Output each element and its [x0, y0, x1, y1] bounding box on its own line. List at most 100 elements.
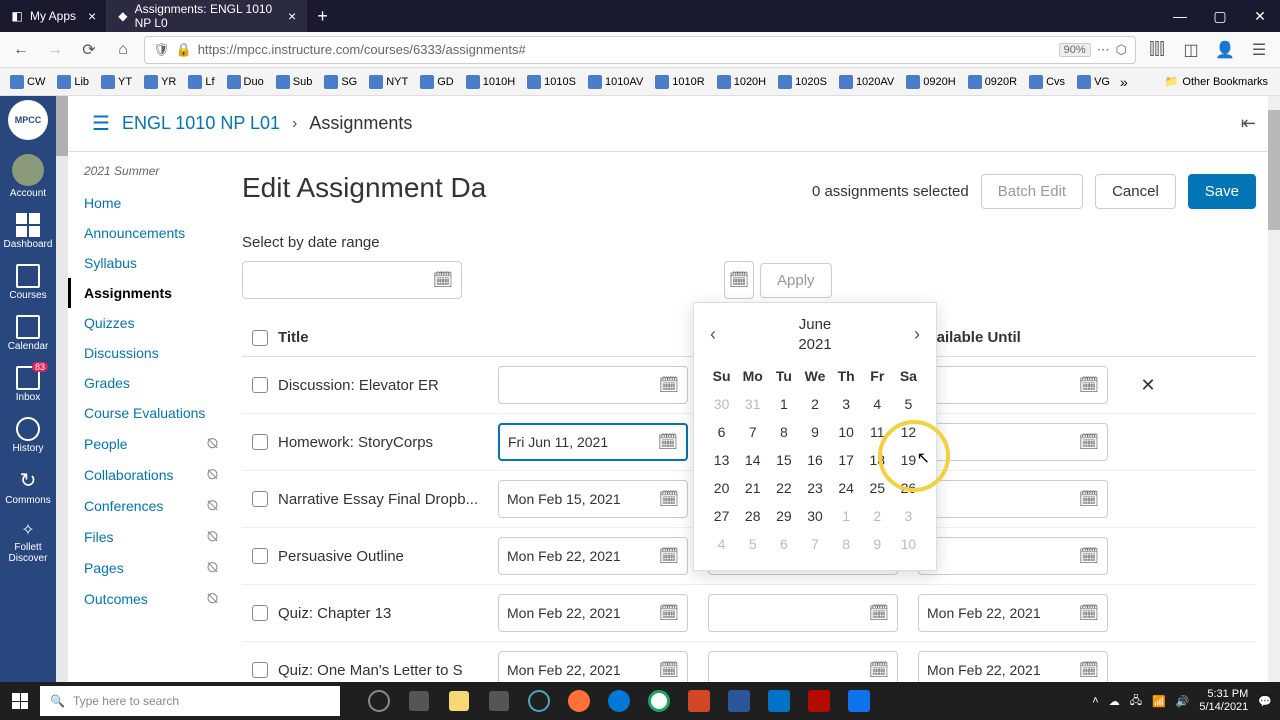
calendar-day[interactable]: 23	[799, 474, 830, 502]
bookmark-item[interactable]: NYT	[365, 73, 412, 91]
calendar-icon[interactable]: 🗓	[659, 546, 679, 566]
due-date-input[interactable]: Mon Feb 15, 2021🗓	[498, 480, 688, 518]
wifi-icon[interactable]: 📶	[1152, 695, 1166, 708]
nav-calendar[interactable]: Calendar	[0, 309, 56, 358]
available-until-input[interactable]: 🗓	[918, 537, 1108, 575]
nav-history[interactable]: History	[0, 411, 56, 460]
bookmark-item[interactable]: 0920R	[964, 73, 1021, 91]
coursenav-item[interactable]: Quizzes	[84, 308, 218, 338]
bookmarks-overflow[interactable]: »	[1120, 74, 1128, 90]
powerpoint-icon[interactable]	[680, 682, 718, 720]
other-bookmarks[interactable]: 📁Other Bookmarks	[1159, 73, 1274, 90]
new-tab-button[interactable]: +	[307, 6, 338, 27]
calendar-day[interactable]: 27	[706, 502, 737, 530]
bookmark-item[interactable]: 1020H	[713, 73, 770, 91]
calendar-day[interactable]: 19	[893, 446, 924, 474]
back-button[interactable]: ←	[8, 37, 34, 63]
due-date-input[interactable]: Fri Jun 11, 2021🗓	[498, 423, 688, 461]
calendar-day[interactable]: 10	[831, 418, 862, 446]
collapse-icon[interactable]: ⇤	[1241, 113, 1256, 134]
row-checkbox[interactable]	[252, 548, 268, 564]
nav-account[interactable]: Account	[0, 148, 56, 205]
calendar-day[interactable]: 18	[862, 446, 893, 474]
coursenav-item[interactable]: Files⦰	[84, 521, 218, 552]
calendar-icon[interactable]: 🗓	[1079, 489, 1099, 509]
breadcrumb-page[interactable]: Assignments	[309, 113, 412, 134]
available-until-input[interactable]: Mon Feb 22, 2021🗓	[918, 594, 1108, 632]
coursenav-item[interactable]: Outcomes⦰	[84, 583, 218, 614]
calendar-day[interactable]: 8	[831, 530, 862, 558]
calendar-icon[interactable]: 🗓	[869, 603, 889, 623]
bookmark-item[interactable]: 1010R	[651, 73, 708, 91]
notifications-icon[interactable]: 💬	[1258, 695, 1272, 708]
bookmark-item[interactable]: 1010H	[462, 73, 519, 91]
calendar-day[interactable]: 8	[768, 418, 799, 446]
coursenav-item[interactable]: Syllabus	[84, 248, 218, 278]
calendar-day[interactable]: 30	[799, 502, 830, 530]
tab-my-apps[interactable]: ◧ My Apps ×	[0, 0, 107, 32]
calendar-day[interactable]: 22	[768, 474, 799, 502]
calendar-day[interactable]: 2	[862, 502, 893, 530]
onedrive-icon[interactable]: ☁	[1109, 695, 1120, 708]
nav-commons[interactable]: ↻ Commons	[0, 462, 56, 512]
next-month-button[interactable]: ›	[910, 320, 924, 349]
calendar-day[interactable]: 14	[737, 446, 768, 474]
bookmark-item[interactable]: 1020AV	[835, 73, 898, 91]
bookmark-item[interactable]: SG	[320, 73, 361, 91]
hamburger-icon[interactable]: ☰	[92, 111, 110, 136]
nav-inbox[interactable]: 83 Inbox	[0, 360, 56, 409]
bookmark-item[interactable]: 1010AV	[584, 73, 647, 91]
range-start-input[interactable]: 🗓	[242, 261, 462, 299]
home-button[interactable]: ⌂	[110, 37, 136, 63]
nav-dashboard[interactable]: Dashboard	[0, 207, 56, 256]
firefox-icon[interactable]	[560, 682, 598, 720]
calendar-icon[interactable]: 🗓	[1079, 375, 1099, 395]
coursenav-item[interactable]: Grades	[84, 368, 218, 398]
maximize-button[interactable]: ▢	[1200, 0, 1240, 32]
tab-close-icon[interactable]: ×	[288, 8, 296, 24]
coursenav-item[interactable]: Discussions	[84, 338, 218, 368]
save-button[interactable]: Save	[1188, 174, 1256, 209]
account-icon[interactable]: 👤	[1212, 37, 1238, 63]
due-date-input[interactable]: Mon Feb 22, 2021🗓	[498, 594, 688, 632]
coursenav-item[interactable]: People⦰	[84, 428, 218, 459]
lock-icon[interactable]: 🔒	[176, 42, 192, 58]
calendar-day[interactable]: 7	[737, 418, 768, 446]
institution-logo[interactable]: MPCC	[8, 100, 48, 140]
calendar-icon[interactable]: 🗓	[729, 270, 749, 290]
calendar-day[interactable]: 28	[737, 502, 768, 530]
calendar-day[interactable]: 30	[706, 390, 737, 418]
available-from-input[interactable]: 🗓	[708, 651, 898, 682]
calendar-day[interactable]: 1	[831, 502, 862, 530]
row-checkbox[interactable]	[252, 605, 268, 621]
calendar-day[interactable]: 5	[737, 530, 768, 558]
calendar-icon[interactable]: 🗓	[659, 660, 679, 680]
calendar-day[interactable]: 2	[799, 390, 830, 418]
calendar-day[interactable]: 17	[831, 446, 862, 474]
select-all-checkbox[interactable]	[252, 330, 268, 346]
reload-button[interactable]: ⟳	[76, 37, 102, 63]
calendar-day[interactable]: 16	[799, 446, 830, 474]
calendar-icon[interactable]: 🗓	[869, 660, 889, 680]
bookmark-item[interactable]: CW	[6, 73, 49, 91]
scroll-thumb[interactable]	[1268, 110, 1280, 230]
coursenav-item[interactable]: Assignments	[68, 278, 218, 308]
bookmark-item[interactable]: GD	[416, 73, 458, 91]
calendar-day[interactable]: 4	[706, 530, 737, 558]
calendar-day[interactable]: 29	[768, 502, 799, 530]
tab-close-icon[interactable]: ×	[88, 8, 96, 24]
tray-chevron-icon[interactable]: ˄	[1092, 695, 1098, 707]
calendar-day[interactable]: 21	[737, 474, 768, 502]
row-checkbox[interactable]	[252, 377, 268, 393]
coursenav-item[interactable]: Course Evaluations	[84, 398, 218, 428]
bookmark-item[interactable]: YT	[97, 73, 136, 91]
calendar-day[interactable]: 5	[893, 390, 924, 418]
bookmark-item[interactable]: Cvs	[1025, 73, 1069, 91]
due-date-input[interactable]: 🗓	[498, 366, 688, 404]
url-bar[interactable]: 🛡 🔒 https://mpcc.instructure.com/courses…	[144, 36, 1136, 64]
batch-edit-button[interactable]: Batch Edit	[981, 174, 1083, 209]
apply-button[interactable]: Apply	[760, 263, 832, 298]
row-checkbox[interactable]	[252, 434, 268, 450]
bookmark-item[interactable]: 1010S	[523, 73, 580, 91]
calendar-icon[interactable]: 🗓	[433, 270, 453, 290]
